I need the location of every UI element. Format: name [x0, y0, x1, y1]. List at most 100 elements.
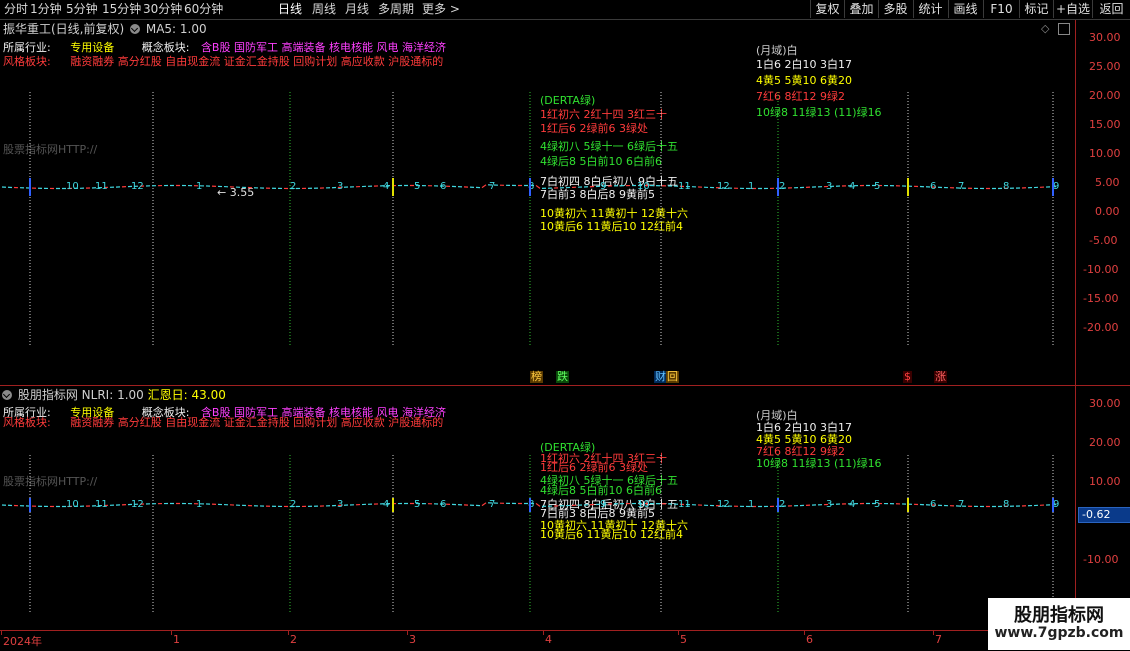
- cycle-bar: [392, 498, 394, 512]
- cycle-bar: [29, 498, 31, 512]
- series-segment: [482, 503, 486, 506]
- series-number: 7: [958, 181, 964, 192]
- series-number: 4: [383, 499, 389, 510]
- y-tick: -10.00: [1083, 263, 1118, 276]
- y-tick: -15.00: [1083, 292, 1118, 305]
- y-tick: 20.00: [1089, 436, 1121, 449]
- x-tick: [407, 631, 408, 635]
- series-number: 12: [131, 499, 144, 510]
- series-number: 8: [1003, 499, 1009, 510]
- series-number: 5: [874, 499, 880, 510]
- series-number: 5: [874, 181, 880, 192]
- series-number: 6: [440, 499, 446, 510]
- series-number: 11: [95, 499, 108, 510]
- series-number: 10: [637, 499, 650, 510]
- series-number: 9: [600, 499, 606, 510]
- series-number: 1: [748, 499, 754, 510]
- y-tick: 25.00: [1089, 60, 1121, 73]
- series-number: 12: [717, 499, 730, 510]
- series-number: 4: [849, 181, 855, 192]
- main-y-axis: 30.00 25.00 20.00 15.00 10.00 5.00 0.00 …: [1075, 20, 1130, 385]
- x-tick: [804, 631, 805, 635]
- x-tick: [678, 631, 679, 635]
- sub-y-axis: 30.00 20.00 10.00 -0.62 -10.00: [1075, 386, 1130, 630]
- watermark-url: www.7gpzb.com: [988, 625, 1130, 641]
- series-segment: [482, 185, 486, 188]
- y-tick: 20.00: [1089, 89, 1121, 102]
- cycle-bar: [392, 178, 394, 196]
- series-number: 1: [196, 181, 202, 192]
- cycle-bar: [1052, 498, 1054, 512]
- series-number: 6: [930, 499, 936, 510]
- y-tick: 30.00: [1089, 31, 1121, 44]
- series-number: 6: [440, 181, 446, 192]
- cycle-bar: [907, 178, 909, 196]
- series-number: 4: [383, 181, 389, 192]
- cycle-bar: [529, 498, 531, 512]
- series-number: 6: [930, 181, 936, 192]
- series-segment: [536, 185, 540, 188]
- y-tick: 30.00: [1089, 397, 1121, 410]
- x-tick: [933, 631, 934, 635]
- cycle-bar: [777, 498, 779, 512]
- back-button[interactable]: 返回: [1092, 0, 1130, 18]
- x-axis: 2024年 1 2 3 4 5 6 7: [0, 630, 1075, 651]
- series-number: 3: [826, 499, 832, 510]
- series-number: 8: [528, 499, 534, 510]
- series-number: 5: [414, 499, 420, 510]
- series-number: 1: [196, 499, 202, 510]
- series-number: 10: [637, 181, 650, 192]
- x-label: 1: [173, 633, 180, 646]
- series-number: 11: [95, 181, 108, 192]
- series-number: 7: [489, 499, 495, 510]
- site-watermark: 股朋指标网 www.7gpzb.com: [988, 598, 1130, 650]
- series-number: 9: [600, 181, 606, 192]
- y-tick: 10.00: [1089, 475, 1121, 488]
- series-number: 2: [290, 181, 296, 192]
- cycle-bar: [529, 178, 531, 196]
- x-tick: [288, 631, 289, 635]
- x-label: 5: [680, 633, 687, 646]
- y-tick: 10.00: [1089, 147, 1121, 160]
- x-label: 6: [806, 633, 813, 646]
- y-tick: 15.00: [1089, 118, 1121, 131]
- cycle-bar: [29, 178, 31, 196]
- series-number: 8: [528, 181, 534, 192]
- series-number: 8: [1003, 181, 1009, 192]
- x-label: 2: [290, 633, 297, 646]
- y-tick: -5.00: [1089, 234, 1117, 247]
- series-segment: [536, 503, 540, 506]
- series-number: 5: [414, 181, 420, 192]
- chart-canvas[interactable]: 1011121234567891011121234567891011121234…: [0, 0, 1075, 630]
- x-tick: [543, 631, 544, 635]
- series-number: 2: [290, 499, 296, 510]
- x-label: 3: [409, 633, 416, 646]
- watermark-name: 股朋指标网: [988, 601, 1130, 627]
- series-number: 7: [958, 499, 964, 510]
- series-number: 2: [779, 499, 785, 510]
- x-tick: [1, 631, 2, 635]
- x-tick: [171, 631, 172, 635]
- series-number: 2: [779, 181, 785, 192]
- series-number: 12: [717, 181, 730, 192]
- series-number: 7: [489, 181, 495, 192]
- series-number: 1: [748, 181, 754, 192]
- series-number: 4: [849, 499, 855, 510]
- series-number: 3: [337, 181, 343, 192]
- y-tick: 0.00: [1095, 205, 1120, 218]
- series-number: 11: [678, 181, 691, 192]
- series-number: 10: [66, 499, 79, 510]
- series-number: 10: [66, 181, 79, 192]
- series-number: 11: [678, 499, 691, 510]
- y-tick: -20.00: [1083, 321, 1118, 334]
- y-tick: -10.00: [1083, 553, 1118, 566]
- x-label: 7: [935, 633, 942, 646]
- current-value-tag: -0.62: [1078, 507, 1130, 523]
- series-number: 12: [131, 181, 144, 192]
- y-tick: 5.00: [1095, 176, 1120, 189]
- cycle-bar: [1052, 178, 1054, 196]
- cycle-bar: [777, 178, 779, 196]
- series-number: 3: [826, 181, 832, 192]
- cycle-bar: [907, 498, 909, 512]
- x-label-year: 2024年: [3, 633, 42, 649]
